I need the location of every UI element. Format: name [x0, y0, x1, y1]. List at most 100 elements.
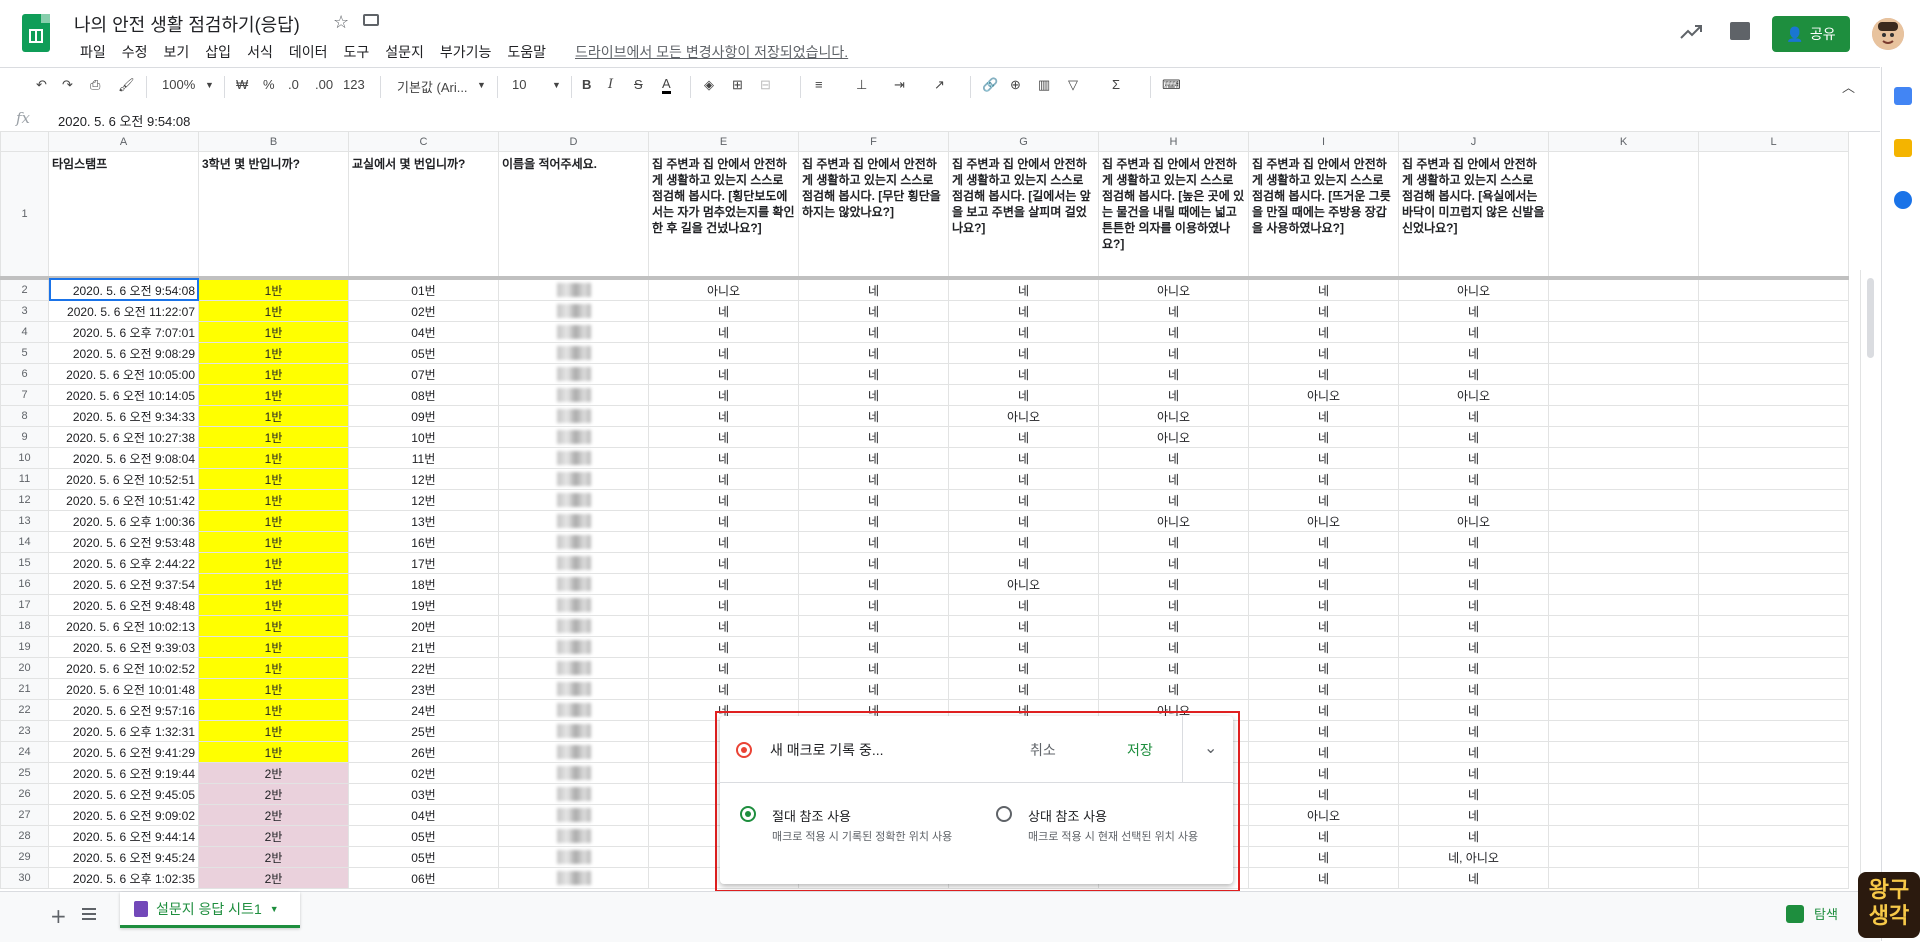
name-cell[interactable] [498, 300, 649, 322]
empty-cell[interactable] [1698, 867, 1849, 889]
name-cell[interactable] [498, 426, 649, 448]
answer-cell[interactable]: 네 [1398, 783, 1549, 805]
answer-cell[interactable]: 네 [1398, 615, 1549, 637]
menu-edit[interactable]: 수정 [114, 42, 156, 62]
column-header[interactable]: F [798, 131, 949, 152]
header-cell[interactable] [1548, 151, 1699, 280]
answer-cell[interactable]: 네 [798, 426, 949, 448]
answer-cell[interactable]: 네 [648, 300, 799, 322]
text-wrap-icon[interactable]: ⇥ [894, 77, 905, 93]
answer-cell[interactable]: 네 [1098, 615, 1249, 637]
timestamp-cell[interactable]: 2020. 5. 6 오전 9:08:04 [48, 447, 199, 469]
empty-cell[interactable] [1548, 405, 1699, 427]
answer-cell[interactable]: 네 [648, 384, 799, 406]
font-chevron-icon[interactable]: ▼ [477, 80, 486, 90]
scrollbar-thumb[interactable] [1867, 278, 1874, 358]
class-cell[interactable]: 1반 [198, 699, 349, 721]
name-cell[interactable] [498, 615, 649, 637]
number-cell[interactable]: 07번 [348, 363, 499, 385]
answer-cell[interactable]: 네 [948, 657, 1099, 679]
answer-cell[interactable]: 네 [1248, 342, 1399, 364]
row-header[interactable]: 18 [0, 615, 49, 637]
name-cell[interactable] [498, 594, 649, 616]
timestamp-cell[interactable]: 2020. 5. 6 오전 9:09:02 [48, 804, 199, 826]
sheets-logo-icon[interactable] [22, 14, 50, 52]
avatar[interactable] [1872, 18, 1904, 50]
number-cell[interactable]: 03번 [348, 783, 499, 805]
row-header[interactable]: 9 [0, 426, 49, 448]
answer-cell[interactable]: 아니오 [1098, 426, 1249, 448]
answer-cell[interactable]: 네 [798, 405, 949, 427]
star-icon[interactable]: ☆ [333, 12, 349, 33]
answer-cell[interactable]: 네 [1098, 363, 1249, 385]
header-cell[interactable]: 집 주변과 집 안에서 안전하게 생활하고 있는지 스스로 점검해 봅시다. [… [798, 151, 949, 280]
formula-input[interactable]: 2020. 5. 6 오전 9:54:08 [58, 111, 190, 130]
class-cell[interactable]: 1반 [198, 510, 349, 532]
class-cell[interactable]: 1반 [198, 300, 349, 322]
answer-cell[interactable]: 네 [1098, 531, 1249, 553]
comment-icon[interactable] [1730, 22, 1750, 40]
answer-cell[interactable]: 네 [648, 615, 799, 637]
class-cell[interactable]: 1반 [198, 594, 349, 616]
text-rotate-icon[interactable]: ↗ [934, 77, 945, 93]
header-cell[interactable]: 집 주변과 집 안에서 안전하게 생활하고 있는지 스스로 점검해 봅시다. [… [1398, 151, 1549, 280]
header-cell[interactable]: 집 주변과 집 안에서 안전하게 생활하고 있는지 스스로 점검해 봅시다. [… [1098, 151, 1249, 280]
empty-cell[interactable] [1548, 426, 1699, 448]
row-header[interactable]: 21 [0, 678, 49, 700]
empty-cell[interactable] [1698, 342, 1849, 364]
empty-cell[interactable] [1548, 510, 1699, 532]
answer-cell[interactable]: 네 [1248, 468, 1399, 490]
text-color-icon[interactable]: A [662, 77, 671, 94]
answer-cell[interactable]: 네 [798, 300, 949, 322]
name-cell[interactable] [498, 405, 649, 427]
answer-cell[interactable]: 네 [648, 321, 799, 343]
timestamp-cell[interactable]: 2020. 5. 6 오전 9:48:48 [48, 594, 199, 616]
answer-cell[interactable]: 네 [1248, 699, 1399, 721]
menu-help[interactable]: 도움말 [499, 42, 554, 62]
class-cell[interactable]: 1반 [198, 426, 349, 448]
horizontal-align-icon[interactable]: ≡ [815, 77, 823, 92]
row-header[interactable]: 23 [0, 720, 49, 742]
row-header[interactable]: 8 [0, 405, 49, 427]
answer-cell[interactable]: 네 [648, 489, 799, 511]
insert-comment-icon[interactable]: ⊕ [1010, 77, 1021, 93]
row-header[interactable]: 20 [0, 657, 49, 679]
answer-cell[interactable]: 네 [1398, 489, 1549, 511]
answer-cell[interactable]: 네 [1248, 867, 1399, 889]
row-header[interactable]: 7 [0, 384, 49, 406]
empty-cell[interactable] [1548, 846, 1699, 868]
class-cell[interactable]: 1반 [198, 277, 349, 301]
empty-cell[interactable] [1698, 277, 1849, 301]
answer-cell[interactable]: 네 [948, 426, 1099, 448]
timestamp-cell[interactable]: 2020. 5. 6 오전 9:19:44 [48, 762, 199, 784]
class-cell[interactable]: 1반 [198, 384, 349, 406]
answer-cell[interactable]: 네 [648, 594, 799, 616]
relative-reference-radio[interactable] [996, 806, 1012, 822]
number-cell[interactable]: 20번 [348, 615, 499, 637]
empty-cell[interactable] [1698, 384, 1849, 406]
name-cell[interactable] [498, 804, 649, 826]
answer-cell[interactable]: 네 [1098, 300, 1249, 322]
row-header[interactable]: 27 [0, 804, 49, 826]
answer-cell[interactable]: 네 [1098, 384, 1249, 406]
name-cell[interactable] [498, 678, 649, 700]
answer-cell[interactable]: 네 [1098, 573, 1249, 595]
empty-cell[interactable] [1698, 510, 1849, 532]
answer-cell[interactable]: 네 [1248, 447, 1399, 469]
answer-cell[interactable]: 네 [798, 636, 949, 658]
empty-cell[interactable] [1698, 783, 1849, 805]
keep-icon[interactable] [1894, 139, 1912, 157]
answer-cell[interactable]: 네 [1398, 657, 1549, 679]
answer-cell[interactable]: 네 [798, 552, 949, 574]
header-cell[interactable]: 타임스탬프 [48, 151, 199, 280]
header-cell[interactable]: 3학년 몇 반입니까? [198, 151, 349, 280]
answer-cell[interactable]: 네 [948, 678, 1099, 700]
answer-cell[interactable]: 네 [1248, 720, 1399, 742]
answer-cell[interactable]: 네 [1248, 300, 1399, 322]
class-cell[interactable]: 1반 [198, 447, 349, 469]
empty-cell[interactable] [1548, 720, 1699, 742]
row-header[interactable]: 17 [0, 594, 49, 616]
answer-cell[interactable]: 네 [648, 636, 799, 658]
empty-cell[interactable] [1548, 867, 1699, 889]
row-header[interactable]: 26 [0, 783, 49, 805]
